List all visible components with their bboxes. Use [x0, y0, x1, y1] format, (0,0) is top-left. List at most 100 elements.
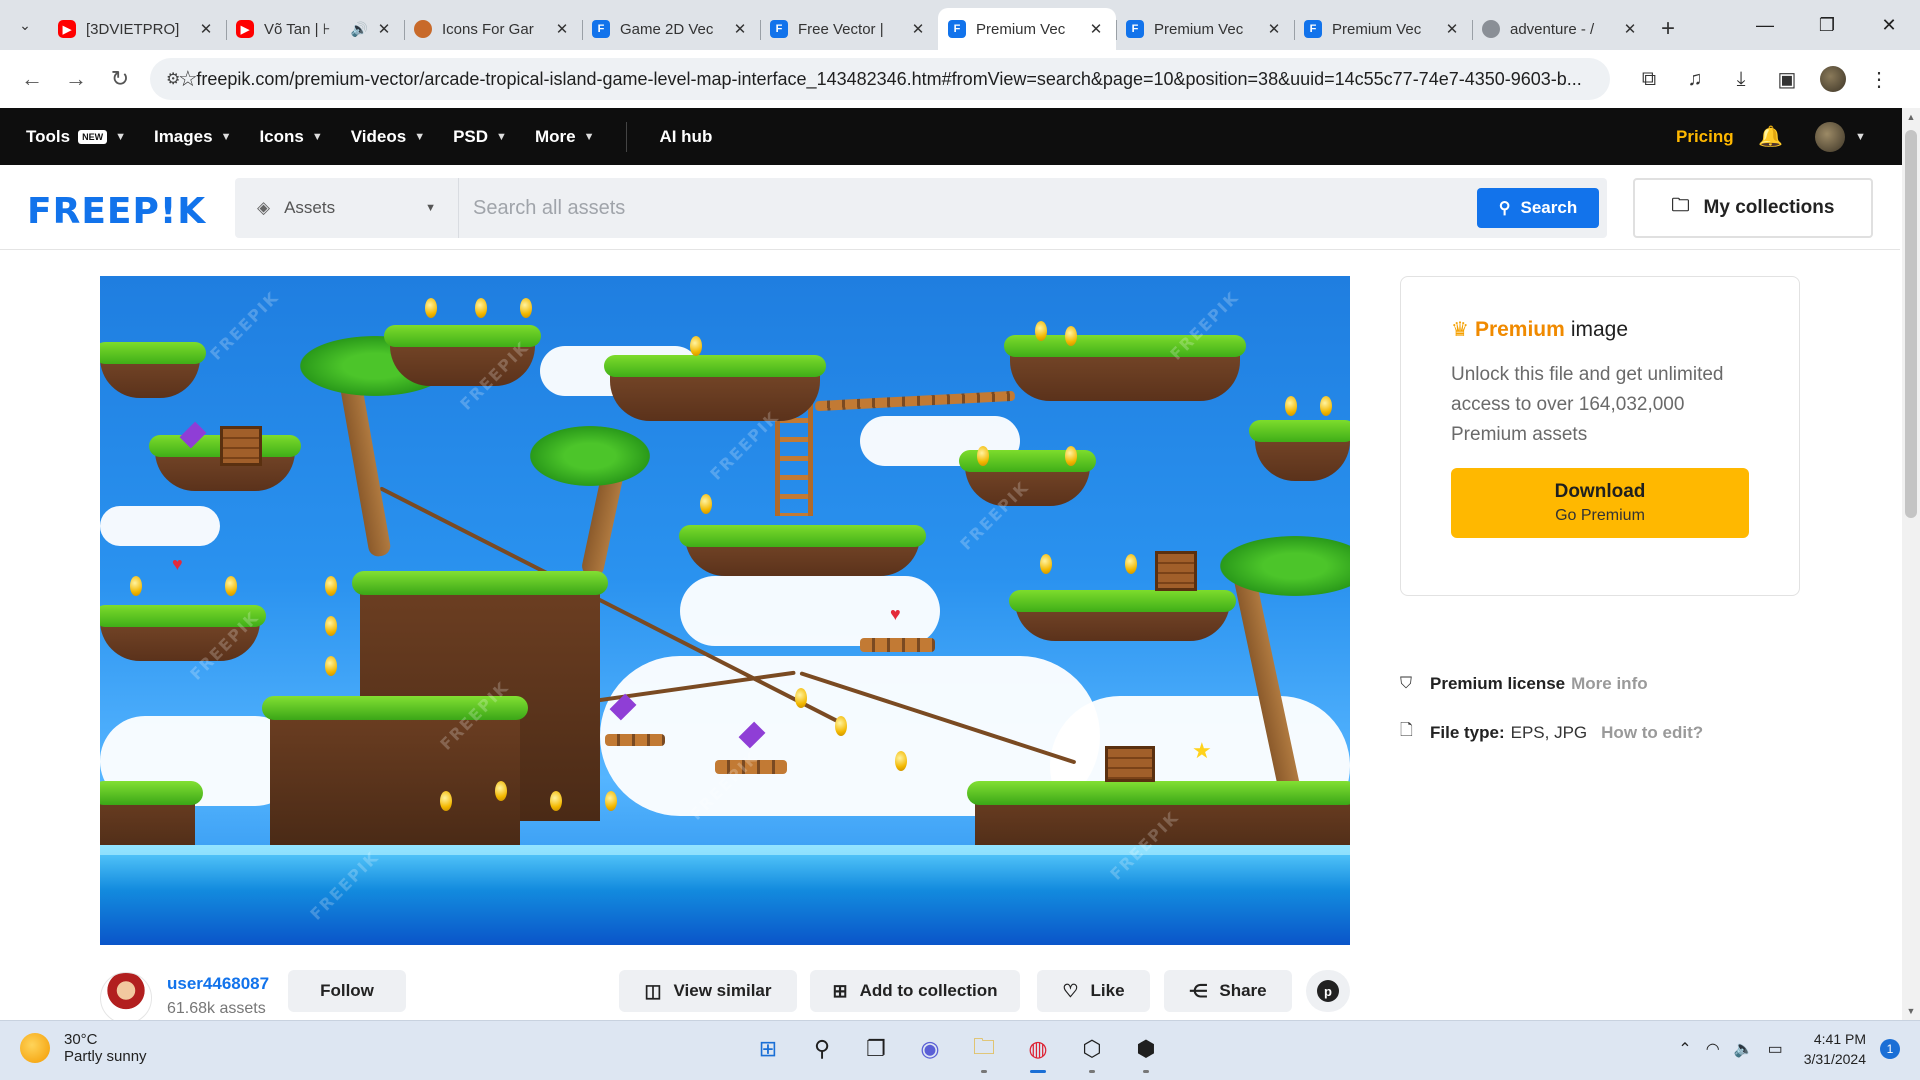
- close-tab-icon[interactable]: ✕: [1086, 20, 1106, 38]
- kebab-menu-icon[interactable]: ⋮: [1858, 58, 1900, 100]
- download-go-premium-button[interactable]: Download Go Premium: [1451, 468, 1749, 538]
- search-button[interactable]: ⚲ Search: [1477, 188, 1599, 228]
- browser-tab[interactable]: ▶ [3DVIETPRO] ✕: [48, 8, 226, 50]
- nav-more[interactable]: More ▼: [535, 127, 595, 147]
- author-name[interactable]: user4468087: [167, 974, 269, 994]
- windows-start-icon[interactable]: ⊞: [748, 1029, 788, 1069]
- close-tab-icon[interactable]: ✕: [1620, 20, 1640, 38]
- nav-ai-hub[interactable]: AI hub: [659, 127, 712, 147]
- scroll-down-icon[interactable]: ▼: [1902, 1006, 1920, 1016]
- side-panel-icon[interactable]: ▣: [1766, 58, 1808, 100]
- meet-icon[interactable]: ◉: [910, 1029, 950, 1069]
- pinterest-icon: p: [1317, 980, 1339, 1002]
- premium-heading: ♛ Premium image: [1451, 317, 1749, 342]
- gold-coin: [440, 791, 452, 811]
- weather-widget[interactable]: 30°C Partly sunny: [20, 1031, 147, 1065]
- pinterest-button[interactable]: p: [1306, 970, 1350, 1012]
- tab-search-chevron-icon[interactable]: ⌄: [8, 8, 42, 42]
- unity-hub-icon[interactable]: ⬡: [1072, 1029, 1112, 1073]
- follow-button[interactable]: Follow: [288, 970, 406, 1012]
- url-text[interactable]: freepik.com/premium-vector/arcade-tropic…: [196, 69, 1594, 90]
- notification-badge[interactable]: 1: [1880, 1039, 1900, 1059]
- freepik-icon: F: [948, 20, 966, 38]
- browser-tab[interactable]: F Premium Vec ✕: [1294, 8, 1472, 50]
- file-explorer-icon[interactable]: 🗀: [964, 1029, 1004, 1073]
- search-input[interactable]: [459, 178, 1477, 238]
- forward-arrow-icon[interactable]: →: [54, 57, 98, 101]
- share-button[interactable]: ⋲ Share: [1164, 970, 1292, 1012]
- browser-tab[interactable]: adventure - / ✕: [1472, 8, 1650, 50]
- profile-avatar[interactable]: [1820, 66, 1846, 92]
- gold-coin: [130, 576, 142, 596]
- temperature: 30°C: [64, 1031, 98, 1048]
- floating-platform: [1009, 590, 1236, 641]
- gold-coin: [1035, 321, 1047, 341]
- nav-images[interactable]: Images ▼: [154, 127, 231, 147]
- how-to-edit-link[interactable]: How to edit?: [1601, 723, 1703, 743]
- browser-tab[interactable]: F Free Vector | ✕: [760, 8, 938, 50]
- reload-icon[interactable]: ↻: [98, 57, 142, 101]
- account-menu[interactable]: ▼: [1815, 121, 1866, 152]
- folder-icon: 🗀: [1671, 195, 1690, 215]
- browser-tab[interactable]: F Game 2D Vec ✕: [582, 8, 760, 50]
- chrome-icon[interactable]: ◍: [1018, 1029, 1058, 1073]
- unity-editor-icon[interactable]: ⬢: [1126, 1029, 1166, 1073]
- browser-tab[interactable]: ▶ Võ Tan | ⊦ 🔊 ✕: [226, 8, 404, 50]
- bookmark-star-icon[interactable]: ☆: [178, 66, 198, 92]
- clock[interactable]: 4:41 PM 3/31/2024: [1804, 1029, 1866, 1069]
- new-tab-plus-icon[interactable]: +: [1650, 8, 1686, 50]
- add-to-collection-button[interactable]: ⊞ Add to collection: [810, 970, 1020, 1012]
- browser-tab[interactable]: F Premium Vec ✕: [1116, 8, 1294, 50]
- more-info-link[interactable]: More info: [1571, 674, 1648, 694]
- nav-videos[interactable]: Videos ▼: [351, 127, 425, 147]
- restore-icon[interactable]: ❐: [1796, 0, 1858, 50]
- chevron-down-icon: ▼: [414, 130, 426, 143]
- like-button[interactable]: ♡ Like: [1037, 970, 1150, 1012]
- chevron-down-icon: ▼: [220, 130, 232, 143]
- nav-tools[interactable]: Tools NEW ▼: [26, 127, 126, 147]
- download-icon[interactable]: ⤓: [1720, 58, 1762, 100]
- scroll-thumb[interactable]: [1905, 130, 1917, 518]
- close-window-icon[interactable]: ✕: [1858, 0, 1920, 50]
- bell-icon[interactable]: 🔔: [1758, 124, 1783, 149]
- close-tab-icon[interactable]: ✕: [196, 20, 216, 38]
- star-pickup: ★: [1192, 738, 1212, 763]
- close-tab-icon[interactable]: ✕: [1264, 20, 1284, 38]
- file-icon: 🗋: [1400, 722, 1413, 739]
- gold-coin: [225, 576, 237, 596]
- close-tab-icon[interactable]: ✕: [1442, 20, 1462, 38]
- my-collections-button[interactable]: 🗀 My collections: [1633, 178, 1873, 238]
- close-tab-icon[interactable]: ✕: [908, 20, 928, 38]
- nav-psd[interactable]: PSD ▼: [453, 127, 507, 147]
- page-scrollbar[interactable]: ▲ ▼: [1902, 108, 1920, 1020]
- scroll-up-icon[interactable]: ▲: [1902, 112, 1920, 122]
- media-queue-icon[interactable]: ♫: [1674, 58, 1716, 100]
- browser-tab-active[interactable]: F Premium Vec ✕: [938, 8, 1116, 50]
- tray-chevron-up-icon[interactable]: ⌃: [1678, 1039, 1691, 1059]
- close-tab-icon[interactable]: ✕: [374, 20, 394, 38]
- view-similar-button[interactable]: ◫ View similar: [619, 970, 797, 1012]
- wifi-icon[interactable]: ◠: [1706, 1039, 1720, 1059]
- volume-icon[interactable]: 🔈: [1734, 1039, 1754, 1059]
- minimize-icon[interactable]: —: [1734, 0, 1796, 50]
- youtube-icon: ▶: [58, 20, 76, 38]
- freepik-logo[interactable]: FREEP!K: [27, 191, 206, 232]
- preview-image[interactable]: ♥ ♥ ★ FREEPIK FREEPIK FREEPIK FREEPIK FR…: [100, 276, 1350, 945]
- close-tab-icon[interactable]: ✕: [552, 20, 572, 38]
- task-view-icon[interactable]: ❐: [856, 1029, 896, 1069]
- tab-title: adventure - /: [1510, 20, 1595, 38]
- omnibox[interactable]: ⚙ freepik.com/premium-vector/arcade-trop…: [150, 58, 1610, 100]
- extensions-puzzle-icon[interactable]: ⧉: [1628, 58, 1670, 100]
- speaker-icon[interactable]: 🔊: [351, 21, 368, 38]
- close-tab-icon[interactable]: ✕: [730, 20, 750, 38]
- back-arrow-icon[interactable]: ←: [10, 57, 54, 101]
- view-similar-label: View similar: [673, 981, 772, 1000]
- browser-tab[interactable]: Icons For Gar ✕: [404, 8, 582, 50]
- author-avatar[interactable]: [100, 972, 152, 1024]
- nav-pricing[interactable]: Pricing: [1676, 127, 1734, 147]
- search-icon[interactable]: ⚲: [802, 1029, 842, 1069]
- asset-type-dropdown[interactable]: ◈ Assets ▼: [235, 178, 459, 238]
- battery-icon[interactable]: ▭: [1768, 1039, 1783, 1059]
- nav-icons[interactable]: Icons ▼: [259, 127, 322, 147]
- palm-leaves: [530, 426, 650, 486]
